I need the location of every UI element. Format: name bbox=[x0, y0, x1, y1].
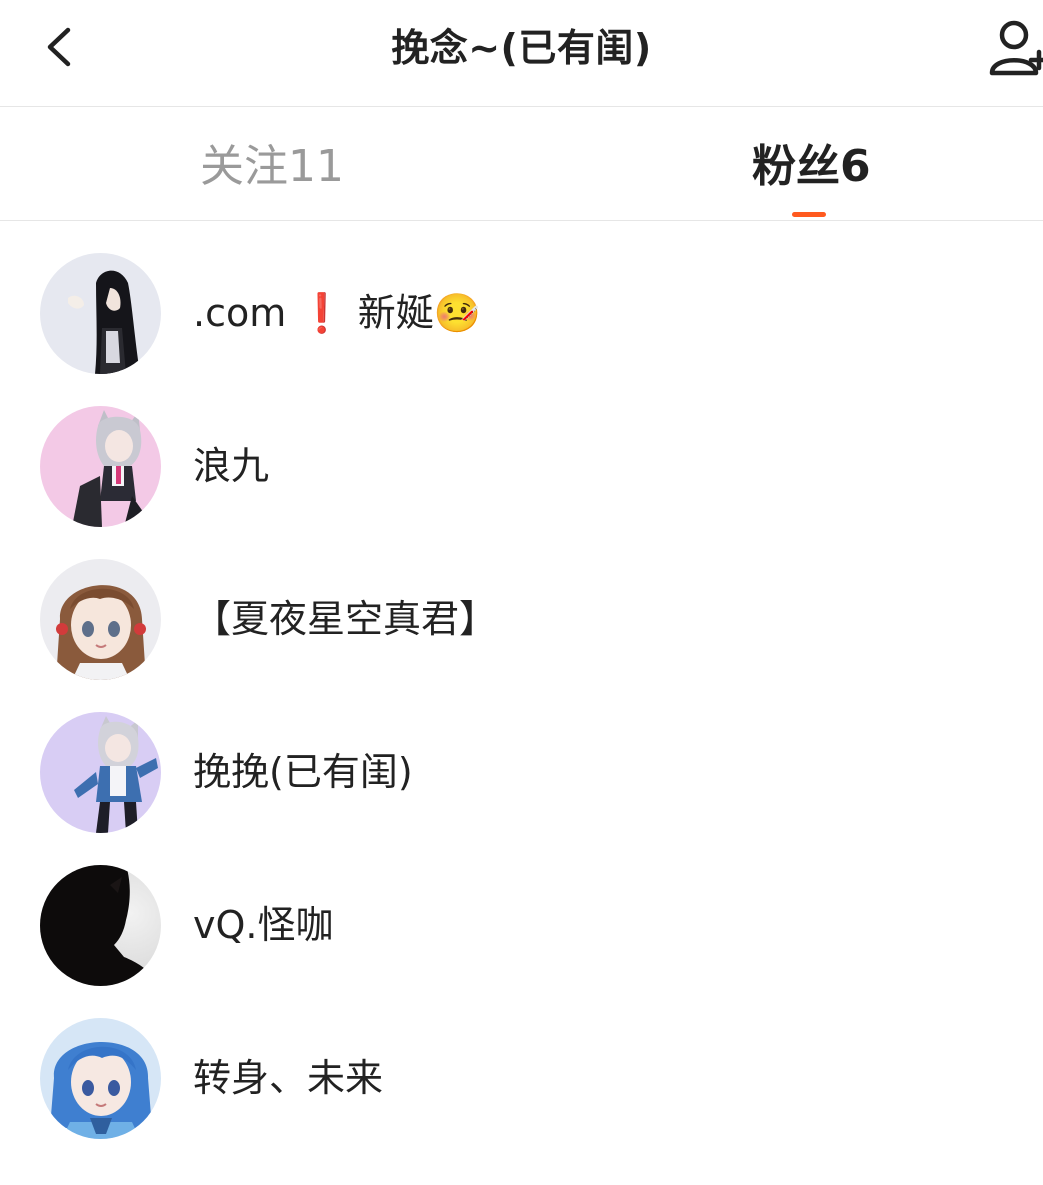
fan-name: .com ❗ 新娫🤒 bbox=[193, 291, 482, 335]
fan-name: 浪九 bbox=[193, 444, 270, 488]
list-item[interactable]: 转身、未来 bbox=[0, 986, 1043, 1139]
avatar-girl-dark-hair bbox=[40, 253, 161, 374]
add-friend-button[interactable] bbox=[986, 18, 1043, 78]
avatar-blue-hair-girl bbox=[40, 1018, 161, 1139]
avatar[interactable] bbox=[40, 406, 161, 527]
fan-name: 【夏夜星空真君】 bbox=[193, 597, 498, 641]
tab-following[interactable]: 关注11 bbox=[200, 137, 344, 197]
fan-name: 转身、未来 bbox=[193, 1056, 384, 1100]
avatar[interactable] bbox=[40, 712, 161, 833]
active-tab-indicator bbox=[792, 212, 826, 217]
tab-fans[interactable]: 粉丝6 bbox=[752, 137, 871, 197]
avatar[interactable] bbox=[40, 253, 161, 374]
page-title: 挽念~(已有闺) bbox=[391, 26, 652, 70]
avatar[interactable] bbox=[40, 1018, 161, 1139]
top-bar: 挽念~(已有闺) bbox=[0, 0, 1043, 107]
avatar-catgirl-pink bbox=[40, 406, 161, 527]
list-item[interactable]: 挽挽(已有闺) bbox=[0, 680, 1043, 833]
fan-name: 挽挽(已有闺) bbox=[193, 750, 413, 794]
avatar[interactable] bbox=[40, 559, 161, 680]
avatar-catgirl-blue bbox=[40, 712, 161, 833]
add-user-icon bbox=[989, 20, 1043, 76]
fan-name: vQ.怪咖 bbox=[193, 903, 334, 947]
avatar-silhouette-dark bbox=[40, 865, 161, 986]
list-item[interactable]: 【夏夜星空真君】 bbox=[0, 527, 1043, 680]
follow-tabs: 关注11 粉丝6 bbox=[0, 107, 1043, 221]
list-item[interactable]: 浪九 bbox=[0, 374, 1043, 527]
list-item[interactable]: vQ.怪咖 bbox=[0, 833, 1043, 986]
avatar[interactable] bbox=[40, 865, 161, 986]
list-item[interactable]: .com ❗ 新娫🤒 bbox=[0, 221, 1043, 374]
avatar-brown-hair-girl bbox=[40, 559, 161, 680]
